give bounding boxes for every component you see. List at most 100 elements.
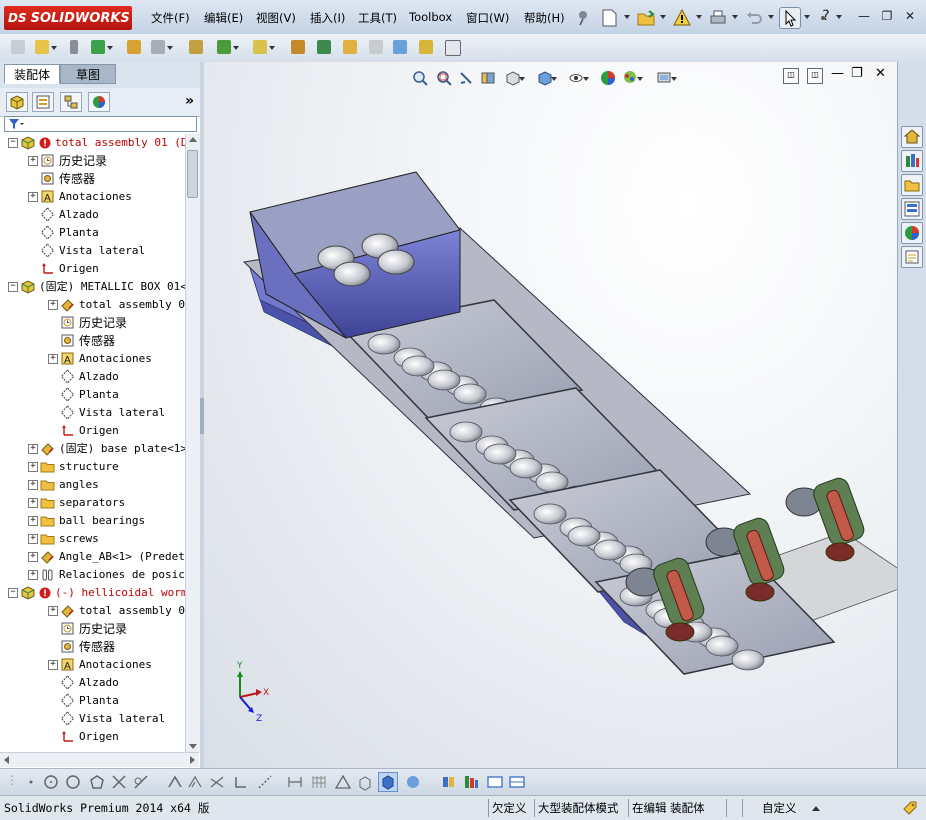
configuration-manager-tab[interactable] (60, 92, 82, 112)
view-palette-icon[interactable] (901, 198, 923, 220)
tree-item[interactable]: Planta (0, 386, 185, 404)
tree-expander-icon[interactable]: + (28, 462, 38, 472)
dimension-icon[interactable] (286, 773, 304, 791)
select-cursor-icon[interactable] (779, 7, 801, 29)
tree-expander-icon[interactable]: + (28, 444, 38, 454)
help-dropdown-icon[interactable] (836, 15, 842, 19)
scroll-thumb[interactable] (187, 150, 198, 198)
tree-item[interactable]: + angles (0, 476, 185, 494)
select-dropdown-icon[interactable] (804, 15, 810, 19)
tree-filter-input[interactable] (4, 116, 197, 132)
tree-item[interactable]: Vista lateral (0, 710, 185, 728)
new-motion-study-icon[interactable] (288, 37, 308, 57)
tree-item[interactable]: Origen (0, 260, 185, 278)
new-part-icon[interactable] (32, 37, 57, 57)
units-dropdown-icon[interactable] (812, 806, 820, 811)
tree-item[interactable]: + 历史记录 (0, 152, 185, 170)
grid-icon[interactable] (310, 773, 328, 791)
tree-expander-icon[interactable]: − (8, 138, 18, 148)
corner-icon[interactable] (232, 773, 250, 791)
tree-item[interactable]: + A Anotaciones (0, 350, 185, 368)
assembly-3d-model[interactable]: Y X Z (204, 62, 897, 768)
tree-item[interactable]: 历史记录 (0, 314, 185, 332)
open-dropdown-icon[interactable] (660, 15, 666, 19)
property-manager-tab[interactable] (32, 92, 54, 112)
linear-pattern-icon[interactable] (88, 37, 113, 57)
reference-geometry-icon[interactable] (250, 37, 275, 57)
tree-expander-icon[interactable]: + (28, 156, 38, 166)
tree-item[interactable]: − (固定) METALLIC BOX 01<1 (0, 278, 185, 296)
explode-line-sketch-icon[interactable] (366, 37, 386, 57)
tree-item[interactable]: Planta (0, 692, 185, 710)
bill-of-materials-icon[interactable] (314, 37, 334, 57)
design-library-icon[interactable] (901, 150, 923, 172)
minimize-icon[interactable]: — (856, 9, 872, 23)
new-dropdown-icon[interactable] (624, 15, 630, 19)
scroll-down-arrow-icon[interactable] (189, 744, 197, 749)
tree-item[interactable]: Alzado (0, 368, 185, 386)
menu-window[interactable]: 窗口(W) (462, 10, 513, 28)
help-question-icon[interactable]: ? (818, 9, 834, 23)
rebuild-tag-icon[interactable] (900, 799, 918, 817)
triangle-icon[interactable] (334, 773, 352, 791)
construction-line-icon[interactable] (256, 773, 274, 791)
tree-item[interactable]: + Relaciones de posici (0, 566, 185, 584)
tree-item[interactable]: Vista lateral (0, 242, 185, 260)
pin-icon[interactable] (572, 7, 594, 29)
rebuild-warning-icon[interactable] (671, 7, 693, 29)
intersection-icon[interactable] (110, 773, 128, 791)
menu-edit[interactable]: 编辑(E) (200, 10, 247, 28)
two-viewports-icon[interactable] (508, 773, 526, 791)
tree-item[interactable]: Alzado (0, 674, 185, 692)
single-viewport-icon[interactable] (486, 773, 504, 791)
polygon-icon[interactable] (88, 773, 106, 791)
trim-icon[interactable] (166, 773, 184, 791)
tree-expander-icon[interactable]: + (28, 570, 38, 580)
tree-item[interactable]: Vista lateral (0, 404, 185, 422)
tree-expander-icon[interactable]: + (48, 606, 58, 616)
units-selector[interactable]: 自定义 (762, 800, 797, 816)
speedpak-icon[interactable] (442, 37, 462, 57)
new-document-icon[interactable] (598, 7, 620, 29)
offset-icon[interactable] (186, 773, 204, 791)
smart-fasteners-icon[interactable] (124, 37, 144, 57)
menu-file[interactable]: 文件(F) (147, 10, 194, 28)
tree-expander-icon[interactable]: + (28, 552, 38, 562)
custom-properties-icon[interactable] (901, 246, 923, 268)
scroll-right-arrow-icon[interactable] (190, 756, 195, 764)
box-wireframe-icon[interactable] (356, 773, 374, 791)
tree-horizontal-scrollbar[interactable] (0, 752, 199, 767)
tree-item[interactable]: + A Anotaciones (0, 188, 185, 206)
tree-item[interactable]: + total assembly 01 中| (0, 296, 185, 314)
tree-item[interactable]: + screws (0, 530, 185, 548)
expand-panel-chevron-icon[interactable]: » (185, 93, 194, 109)
sphere-display-icon[interactable] (404, 773, 422, 791)
tree-expander-icon[interactable]: + (28, 516, 38, 526)
tree-vertical-scrollbar[interactable] (185, 134, 200, 752)
tree-expander-icon[interactable]: + (28, 534, 38, 544)
tree-item[interactable]: + separators (0, 494, 185, 512)
circle-icon[interactable] (42, 773, 60, 791)
show-hidden-icon[interactable] (186, 37, 206, 57)
mirror-icon[interactable] (208, 773, 226, 791)
feature-manager-tab[interactable] (6, 92, 28, 112)
large-assembly-mode-status[interactable]: 大型装配体模式 (538, 800, 619, 816)
tree-item[interactable]: + total assembly 01 中| (0, 602, 185, 620)
print-dropdown-icon[interactable] (732, 15, 738, 19)
arc-icon[interactable] (64, 773, 82, 791)
appearance-bars-icon[interactable] (462, 773, 480, 791)
tree-item[interactable]: − total assembly 01 (Defa (0, 134, 185, 152)
assembly-features-icon[interactable] (214, 37, 239, 57)
tree-expander-icon[interactable]: − (8, 282, 18, 292)
tree-item[interactable]: Origen (0, 422, 185, 440)
tangent-icon[interactable] (132, 773, 150, 791)
menu-help[interactable]: 帮助(H) (520, 10, 569, 28)
shaded-display-button[interactable] (378, 772, 398, 792)
tree-item[interactable]: 历史记录 (0, 620, 185, 638)
tab-assembly[interactable]: 装配体 (4, 64, 60, 84)
tree-item[interactable]: + Angle_AB<1> (Predete (0, 548, 185, 566)
tree-item[interactable]: + A Anotaciones (0, 656, 185, 674)
menu-tools[interactable]: 工具(T) (354, 10, 401, 28)
interference-detection-icon[interactable] (390, 37, 410, 57)
menu-view[interactable]: 视图(V) (252, 10, 300, 28)
